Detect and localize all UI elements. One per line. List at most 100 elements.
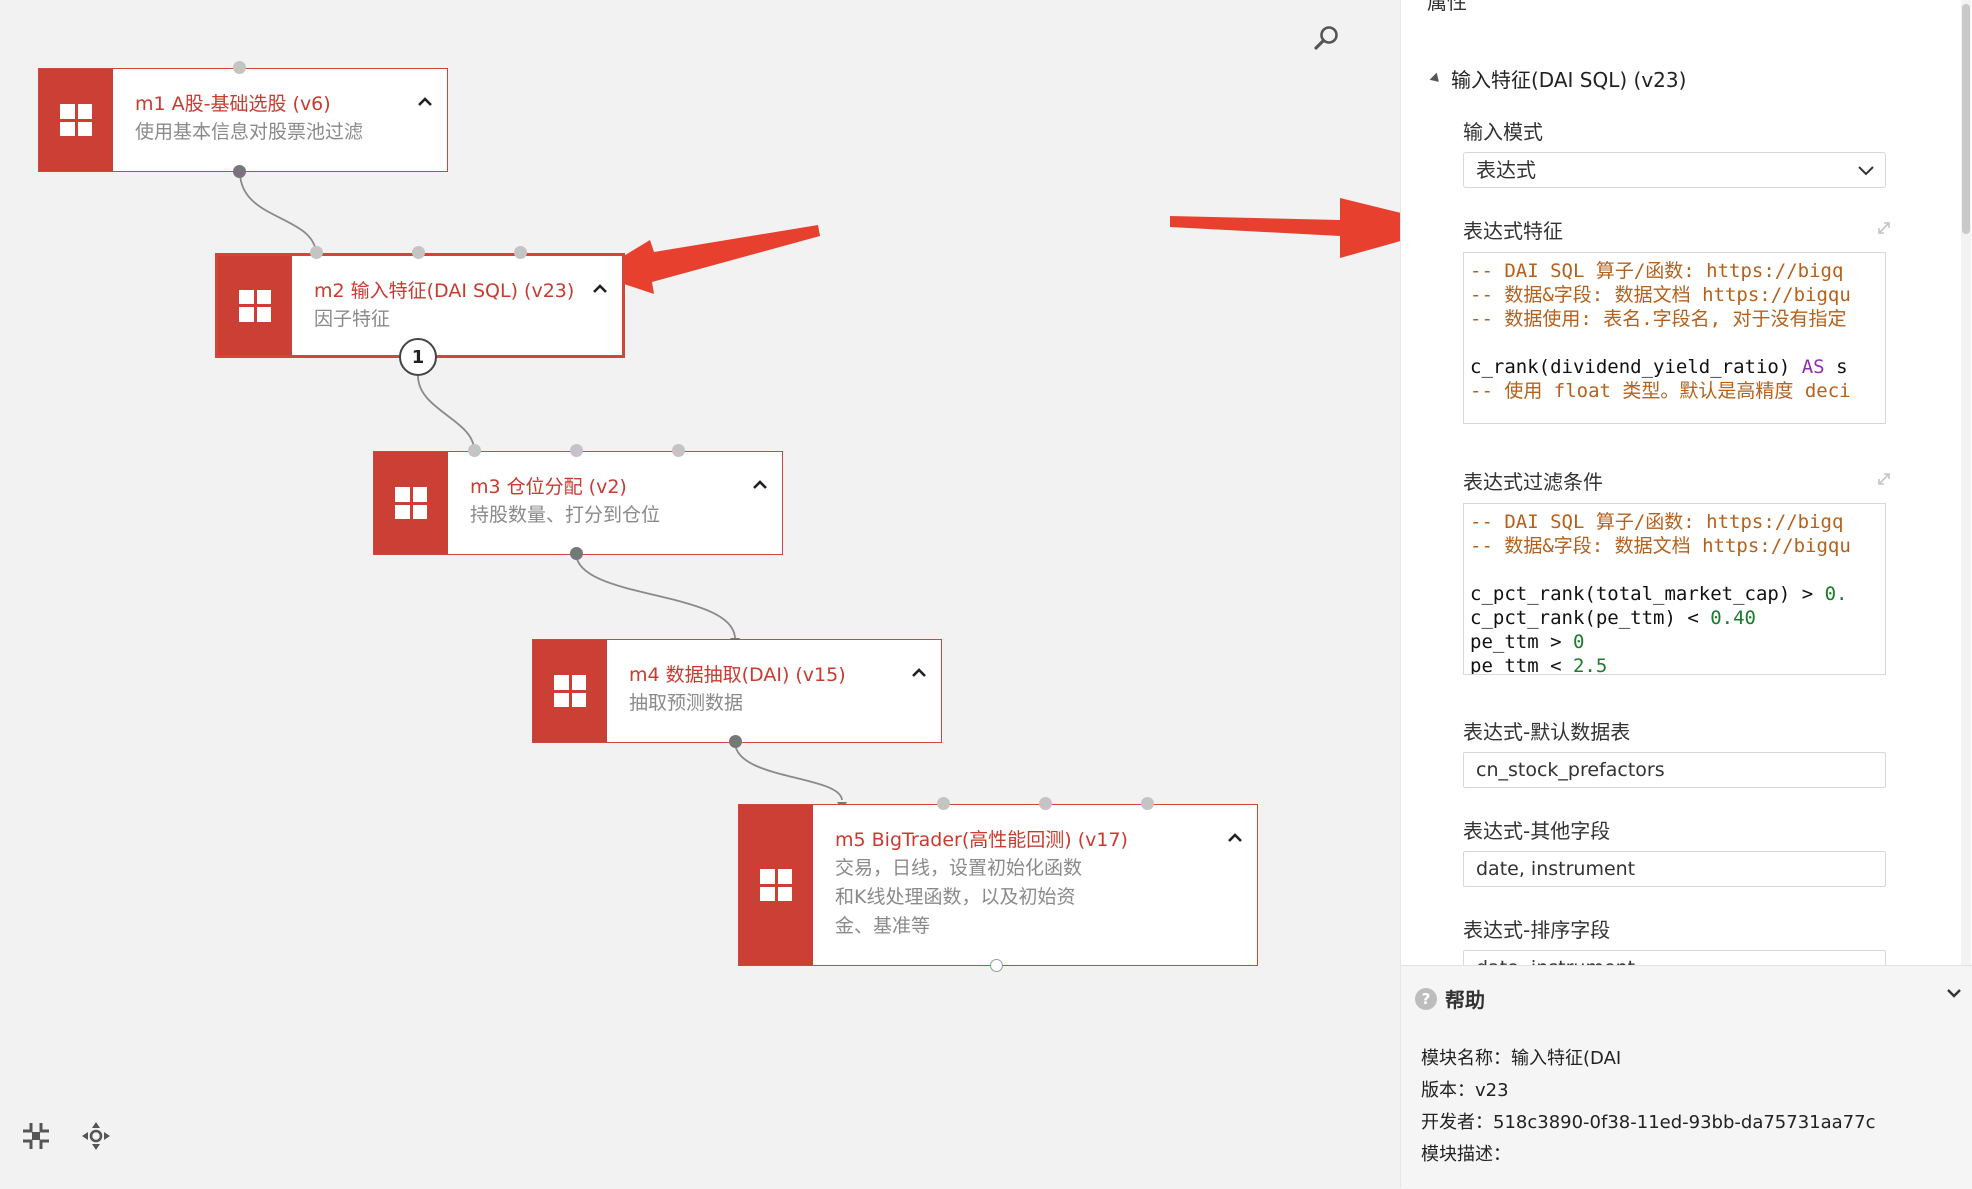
section-header[interactable]: 输入特征(DAI SQL) (v23) (1429, 64, 1687, 93)
code-token: pe_ttm > (1470, 631, 1573, 653)
help-header[interactable]: ? 帮助 (1415, 984, 1485, 1013)
code-token: c_pct_rank(total_market_cap) > (1470, 583, 1825, 605)
sort-fields-label: 表达式-排序字段 (1463, 918, 1611, 942)
other-fields-input[interactable]: date, instrument (1463, 851, 1886, 887)
help-section: ? 帮助 模块名称：输入特征(DAI 版本：v23 开发者：518c3890-0… (1401, 965, 1972, 1189)
section-title: 输入特征(DAI SQL) (v23) (1451, 68, 1687, 92)
expand-icon[interactable] (1875, 470, 1893, 488)
collapse-chevron-icon[interactable] (910, 664, 928, 682)
module-icon (60, 104, 92, 136)
fit-to-screen-button[interactable] (16, 1116, 56, 1156)
code-token: -- 数据&字段: 数据文档 https://bigqu (1470, 284, 1851, 306)
node-m1-input-port[interactable] (233, 61, 246, 74)
node-m2-input-port-2[interactable] (412, 246, 425, 259)
help-module-name: 模块名称：输入特征(DAI (1421, 1048, 1622, 1069)
code-line: -- 使用 float 类型。默认是高精度 deci (1470, 379, 1879, 403)
expr-features-label: 表达式特征 (1463, 219, 1563, 243)
collapse-chevron-icon[interactable] (416, 93, 434, 111)
collapse-chevron-icon[interactable] (1226, 829, 1244, 847)
code-line: c_pct_rank(total_market_cap) > 0. (1470, 582, 1879, 606)
code-line: c_rank(dividend_yield_ratio) AS s (1470, 355, 1879, 379)
node-title: m2 输入特征(DAI SQL) (v23) (314, 280, 575, 302)
panel-scrollbar-thumb[interactable] (1962, 4, 1970, 234)
expand-icon[interactable] (1875, 219, 1893, 237)
node-m2-icon-block (218, 256, 292, 355)
pan-button[interactable] (76, 1116, 116, 1156)
expr-filter-editor[interactable]: -- DAI SQL 算子/函数: https://bigq -- 数据&字段: … (1463, 503, 1886, 675)
node-description: 使用基本信息对股票池过滤 (135, 121, 364, 143)
code-line: pe_ttm > 0 (1470, 630, 1879, 654)
node-description: 抽取预测数据 (629, 692, 744, 714)
node-m1-icon-block (39, 69, 113, 171)
collapse-triangle-icon (1429, 72, 1443, 85)
code-token: pe_ttm < (1470, 655, 1573, 675)
default-table-input[interactable]: cn_stock_prefactors (1463, 752, 1886, 788)
node-m5[interactable]: m5 BigTrader(高性能回测) (v17) 交易，日线，设置初始化函数 … (738, 804, 1258, 966)
code-line: -- DAI SQL 算子/函数: https://bigq (1470, 259, 1879, 283)
node-description-line-2: 和K线处理函数，以及初始资 (835, 886, 1076, 908)
sort-fields-input[interactable]: date, instrument (1463, 950, 1886, 965)
other-fields-label: 表达式-其他字段 (1463, 819, 1611, 843)
chevron-down-icon[interactable] (1945, 984, 1963, 1002)
module-icon (760, 869, 792, 901)
node-description-line-3: 金、基准等 (835, 915, 931, 937)
node-m3-input-port-1[interactable] (468, 444, 481, 457)
wire-m1-m2 (239, 171, 317, 253)
collapse-chevron-icon[interactable] (751, 476, 769, 494)
node-m2-output-badge[interactable]: 1 (399, 338, 437, 376)
node-m3-input-port-2[interactable] (570, 444, 583, 457)
node-m5-input-port-3[interactable] (1141, 797, 1154, 810)
wire-m4-m5 (734, 741, 843, 801)
wire-m3-m4 (575, 552, 736, 639)
node-m3[interactable]: m3 仓位分配 (v2) 持股数量、打分到仓位 (373, 451, 783, 555)
panel-scrollbar[interactable] (1961, 0, 1971, 965)
node-m3-input-port-3[interactable] (672, 444, 685, 457)
properties-scroll-area[interactable]: 属性 输入特征(DAI SQL) (v23) 输入模式 表达式 表达式特征 --… (1401, 0, 1972, 965)
collapse-chevron-icon[interactable] (591, 280, 609, 298)
node-m4-output-port[interactable] (729, 735, 742, 748)
code-line: -- 数据使用: 表名.字段名, 对于没有指定 (1470, 307, 1879, 331)
node-m1-output-port[interactable] (233, 165, 246, 178)
node-m2-input-port-1[interactable] (310, 246, 323, 259)
help-title: 帮助 (1445, 988, 1485, 1012)
node-m5-icon-block (739, 805, 813, 965)
node-description: 持股数量、打分到仓位 (470, 504, 661, 526)
code-token: -- DAI SQL 算子/函数: https://bigq (1470, 260, 1844, 282)
node-title: m5 BigTrader(高性能回测) (v17) (835, 829, 1128, 851)
node-m2-input-port-3[interactable] (514, 246, 527, 259)
code-line: c_pct_rank(pe_ttm) < 0.40 (1470, 606, 1879, 630)
fit-to-screen-icon (23, 1123, 49, 1149)
code-line: -- 数据&字段: 数据文档 https://bigqu (1470, 283, 1879, 307)
node-m1[interactable]: m1 A股-基础选股 (v6) 使用基本信息对股票池过滤 (38, 68, 448, 172)
node-m4[interactable]: m4 数据抽取(DAI) (v15) 抽取预测数据 (532, 639, 942, 743)
node-m5-input-port-1[interactable] (937, 797, 950, 810)
code-token: -- 使用 float 类型。默认是高精度 deci (1470, 380, 1851, 402)
workflow-canvas[interactable]: m1 A股-基础选股 (v6) 使用基本信息对股票池过滤 m2 输入特征(DAI… (0, 0, 1454, 1188)
node-m3-body: m3 仓位分配 (v2) 持股数量、打分到仓位 (470, 474, 742, 530)
node-m5-input-port-2[interactable] (1039, 797, 1052, 810)
code-token: 0. (1824, 583, 1848, 605)
expr-filter-label: 表达式过滤条件 (1463, 470, 1603, 494)
node-m4-icon-block (533, 640, 607, 742)
node-m5-body: m5 BigTrader(高性能回测) (v17) 交易，日线，设置初始化函数 … (835, 827, 1128, 941)
connection-layer (239, 171, 1454, 810)
panel-title: 属性 (1427, 0, 1467, 14)
annotation-arrow-to-m2 (594, 225, 820, 294)
search-icon (1314, 26, 1338, 50)
code-token: -- 数据&字段: 数据文档 https://bigqu (1470, 535, 1851, 557)
code-token: -- DAI SQL 算子/函数: https://bigq (1470, 511, 1844, 533)
node-title: m3 仓位分配 (v2) (470, 476, 627, 498)
help-developer: 开发者：518c3890-0f38-11ed-93bb-da75731aa77c (1421, 1112, 1876, 1133)
canvas-search-button[interactable] (1307, 18, 1347, 58)
node-m5-output-port[interactable] (990, 959, 1003, 972)
node-m3-output-port[interactable] (570, 547, 583, 560)
code-line: pe_ttm < 2.5 (1470, 654, 1879, 675)
input-mode-select[interactable]: 表达式 (1463, 152, 1886, 188)
chevron-down-icon (1858, 166, 1874, 176)
help-question-icon: ? (1415, 987, 1437, 1010)
module-icon (554, 675, 586, 707)
wire-m2-m3 (417, 375, 475, 451)
code-line: -- 数据&字段: 数据文档 https://bigqu (1470, 534, 1879, 558)
expr-features-editor[interactable]: -- DAI SQL 算子/函数: https://bigq -- 数据&字段: … (1463, 252, 1886, 424)
